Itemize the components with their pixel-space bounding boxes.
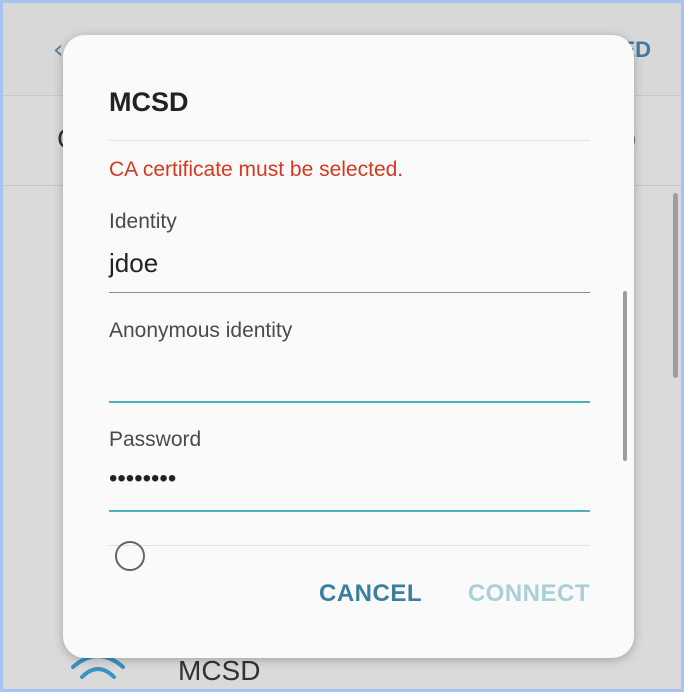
dialog-scrollbar[interactable] [623, 291, 627, 461]
anonymous-identity-input[interactable] [109, 357, 590, 387]
anonymous-identity-underline [109, 401, 590, 403]
network-dialog: MCSD CA certificate must be selected. Id… [63, 35, 634, 658]
dialog-title: MCSD [109, 87, 189, 117]
identity-input[interactable]: jdoe [109, 248, 158, 279]
password-label: Password [109, 428, 202, 451]
divider [109, 140, 590, 141]
identity-label: Identity [109, 210, 177, 233]
identity-underline [109, 292, 590, 293]
password-input[interactable]: •••••••• [109, 465, 176, 493]
password-underline [109, 510, 590, 512]
network-name: MCSD [178, 655, 261, 686]
error-message: CA certificate must be selected. [109, 158, 404, 181]
page-scrollbar[interactable] [673, 193, 678, 378]
checkbox-circle-icon[interactable] [115, 541, 145, 571]
anonymous-identity-label: Anonymous identity [109, 319, 293, 342]
connect-button[interactable]: CONNECT [468, 580, 590, 608]
cancel-button[interactable]: CANCEL [319, 580, 422, 608]
divider [109, 545, 590, 546]
